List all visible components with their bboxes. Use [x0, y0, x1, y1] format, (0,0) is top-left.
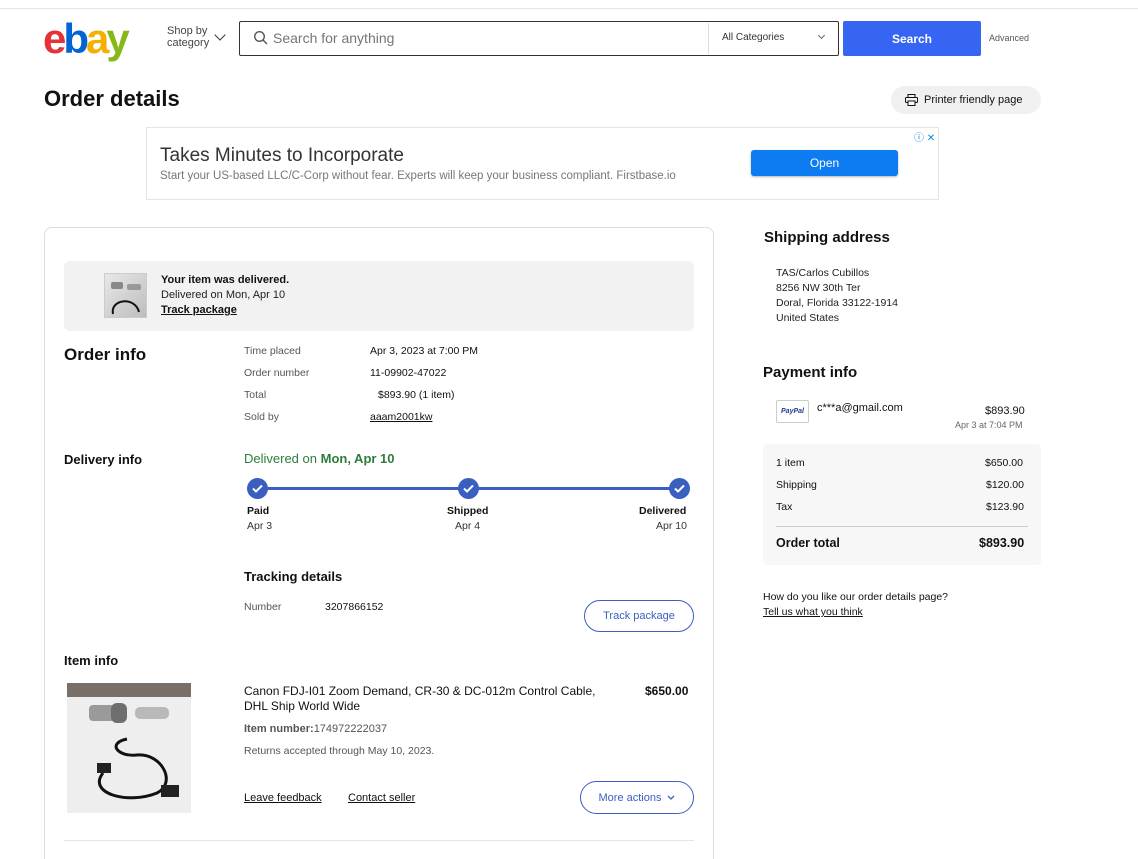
order-total-label: Order total	[776, 536, 840, 550]
check-icon	[247, 478, 268, 499]
sold-by-label: Sold by	[244, 411, 280, 423]
tracking-number-label: Number	[244, 601, 282, 613]
leave-feedback-link[interactable]: Leave feedback	[244, 792, 322, 804]
summary-tax-label: Tax	[776, 501, 793, 513]
top-border	[0, 8, 1138, 9]
returns-info: Returns accepted through May 10, 2023.	[244, 745, 435, 757]
summary-items-value: $650.00	[985, 457, 1023, 469]
payment-date: Apr 3 at 7:04 PM	[955, 420, 1023, 430]
address-line: United States	[776, 312, 840, 324]
contact-seller-link[interactable]: Contact seller	[348, 792, 415, 804]
order-number-label: Order number	[244, 367, 310, 379]
paypal-logo: PayPal	[776, 400, 809, 423]
track-package-link[interactable]: Track package	[161, 304, 237, 316]
summary-shipping-value: $120.00	[986, 479, 1024, 491]
printer-icon	[905, 94, 918, 106]
item-info-heading: Item info	[64, 653, 119, 668]
delivery-banner-title: Your item was delivered.	[161, 274, 290, 286]
tracking-heading: Tracking details	[244, 569, 343, 584]
feedback-question: How do you like our order details page?	[763, 591, 949, 603]
track-package-button[interactable]: Track package	[584, 600, 694, 632]
divider	[64, 840, 694, 841]
summary-tax-value: $123.90	[986, 501, 1024, 513]
advanced-search-link[interactable]: Advanced	[989, 33, 1029, 43]
more-actions-label: More actions	[598, 791, 662, 804]
order-number-value: 11-09902-47022	[370, 367, 447, 379]
payment-email: c***a@gmail.com	[817, 402, 903, 414]
page-title: Order details	[44, 86, 180, 111]
summary-divider	[776, 526, 1028, 527]
address-line: Doral, Florida 33122-1914	[776, 297, 898, 309]
search-button[interactable]: Search	[843, 21, 981, 56]
summary-shipping-label: Shipping	[776, 479, 817, 491]
ad-subtitle: Start your US-based LLC/C-Corp without f…	[160, 170, 676, 182]
shop-by-line1: Shop by	[167, 25, 208, 37]
order-info-heading: Order info	[64, 345, 147, 364]
step-delivered-label: Delivered	[639, 505, 687, 517]
step-delivered-date: Apr 10	[656, 520, 687, 532]
shipping-address: TAS/Carlos Cubillos 8256 NW 30th Ter Dor…	[776, 266, 898, 326]
payment-info-heading: Payment info	[763, 364, 858, 381]
printer-friendly-button[interactable]: Printer friendly page	[891, 86, 1041, 114]
ad-title[interactable]: Takes Minutes to Incorporate	[160, 145, 404, 167]
search-icon	[253, 30, 268, 45]
address-line: 8256 NW 30th Ter	[776, 282, 861, 294]
check-icon	[669, 478, 690, 499]
time-placed-label: Time placed	[244, 345, 301, 357]
delivery-banner	[64, 261, 694, 331]
ad-info-close-icon[interactable]: ⓘ ✕	[914, 129, 935, 144]
total-value: $893.90 (1 item)	[378, 389, 455, 401]
ad-open-button[interactable]: Open	[751, 150, 898, 176]
check-icon	[458, 478, 479, 499]
seller-link[interactable]: aaam2001kw	[370, 411, 432, 423]
tracking-number-value: 3207866152	[325, 601, 384, 613]
chevron-down-icon	[668, 795, 675, 800]
delivery-info-heading: Delivery info	[64, 452, 143, 467]
delivery-status: Delivered on Mon, Apr 10	[244, 451, 395, 466]
total-label: Total	[244, 389, 267, 401]
summary-items-label: 1 item	[776, 457, 805, 469]
step-paid-date: Apr 3	[247, 520, 273, 532]
item-title[interactable]: Canon FDJ-I01 Zoom Demand, CR-30 & DC-01…	[244, 684, 604, 714]
ebay-logo[interactable]: ebay	[43, 18, 130, 60]
feedback-link[interactable]: Tell us what you think	[763, 606, 863, 618]
item-price: $650.00	[645, 684, 689, 698]
delivery-banner-subtitle: Delivered on Mon, Apr 10	[161, 289, 286, 301]
step-shipped-label: Shipped	[447, 505, 489, 517]
address-line: TAS/Carlos Cubillos	[776, 267, 870, 279]
step-paid-label: Paid	[247, 505, 270, 517]
category-divider	[708, 23, 709, 54]
item-image[interactable]	[67, 683, 191, 813]
search-input[interactable]	[273, 29, 693, 47]
order-total-value: $893.90	[979, 536, 1025, 550]
shipping-address-heading: Shipping address	[764, 229, 890, 246]
shop-by-line2: category	[167, 37, 210, 49]
chevron-down-icon[interactable]	[214, 29, 226, 41]
time-placed-value: Apr 3, 2023 at 7:00 PM	[370, 345, 478, 357]
item-thumbnail[interactable]	[104, 273, 147, 318]
more-actions-button[interactable]: More actions	[580, 781, 694, 814]
shop-by-category-button[interactable]: Shop by category	[167, 25, 209, 49]
payment-amount: $893.90	[985, 405, 1025, 417]
category-select[interactable]: All Categories	[722, 32, 784, 43]
printer-button-label: Printer friendly page	[924, 94, 1023, 106]
step-shipped-date: Apr 4	[455, 520, 481, 532]
item-number: Item number:174972222037	[244, 723, 388, 735]
